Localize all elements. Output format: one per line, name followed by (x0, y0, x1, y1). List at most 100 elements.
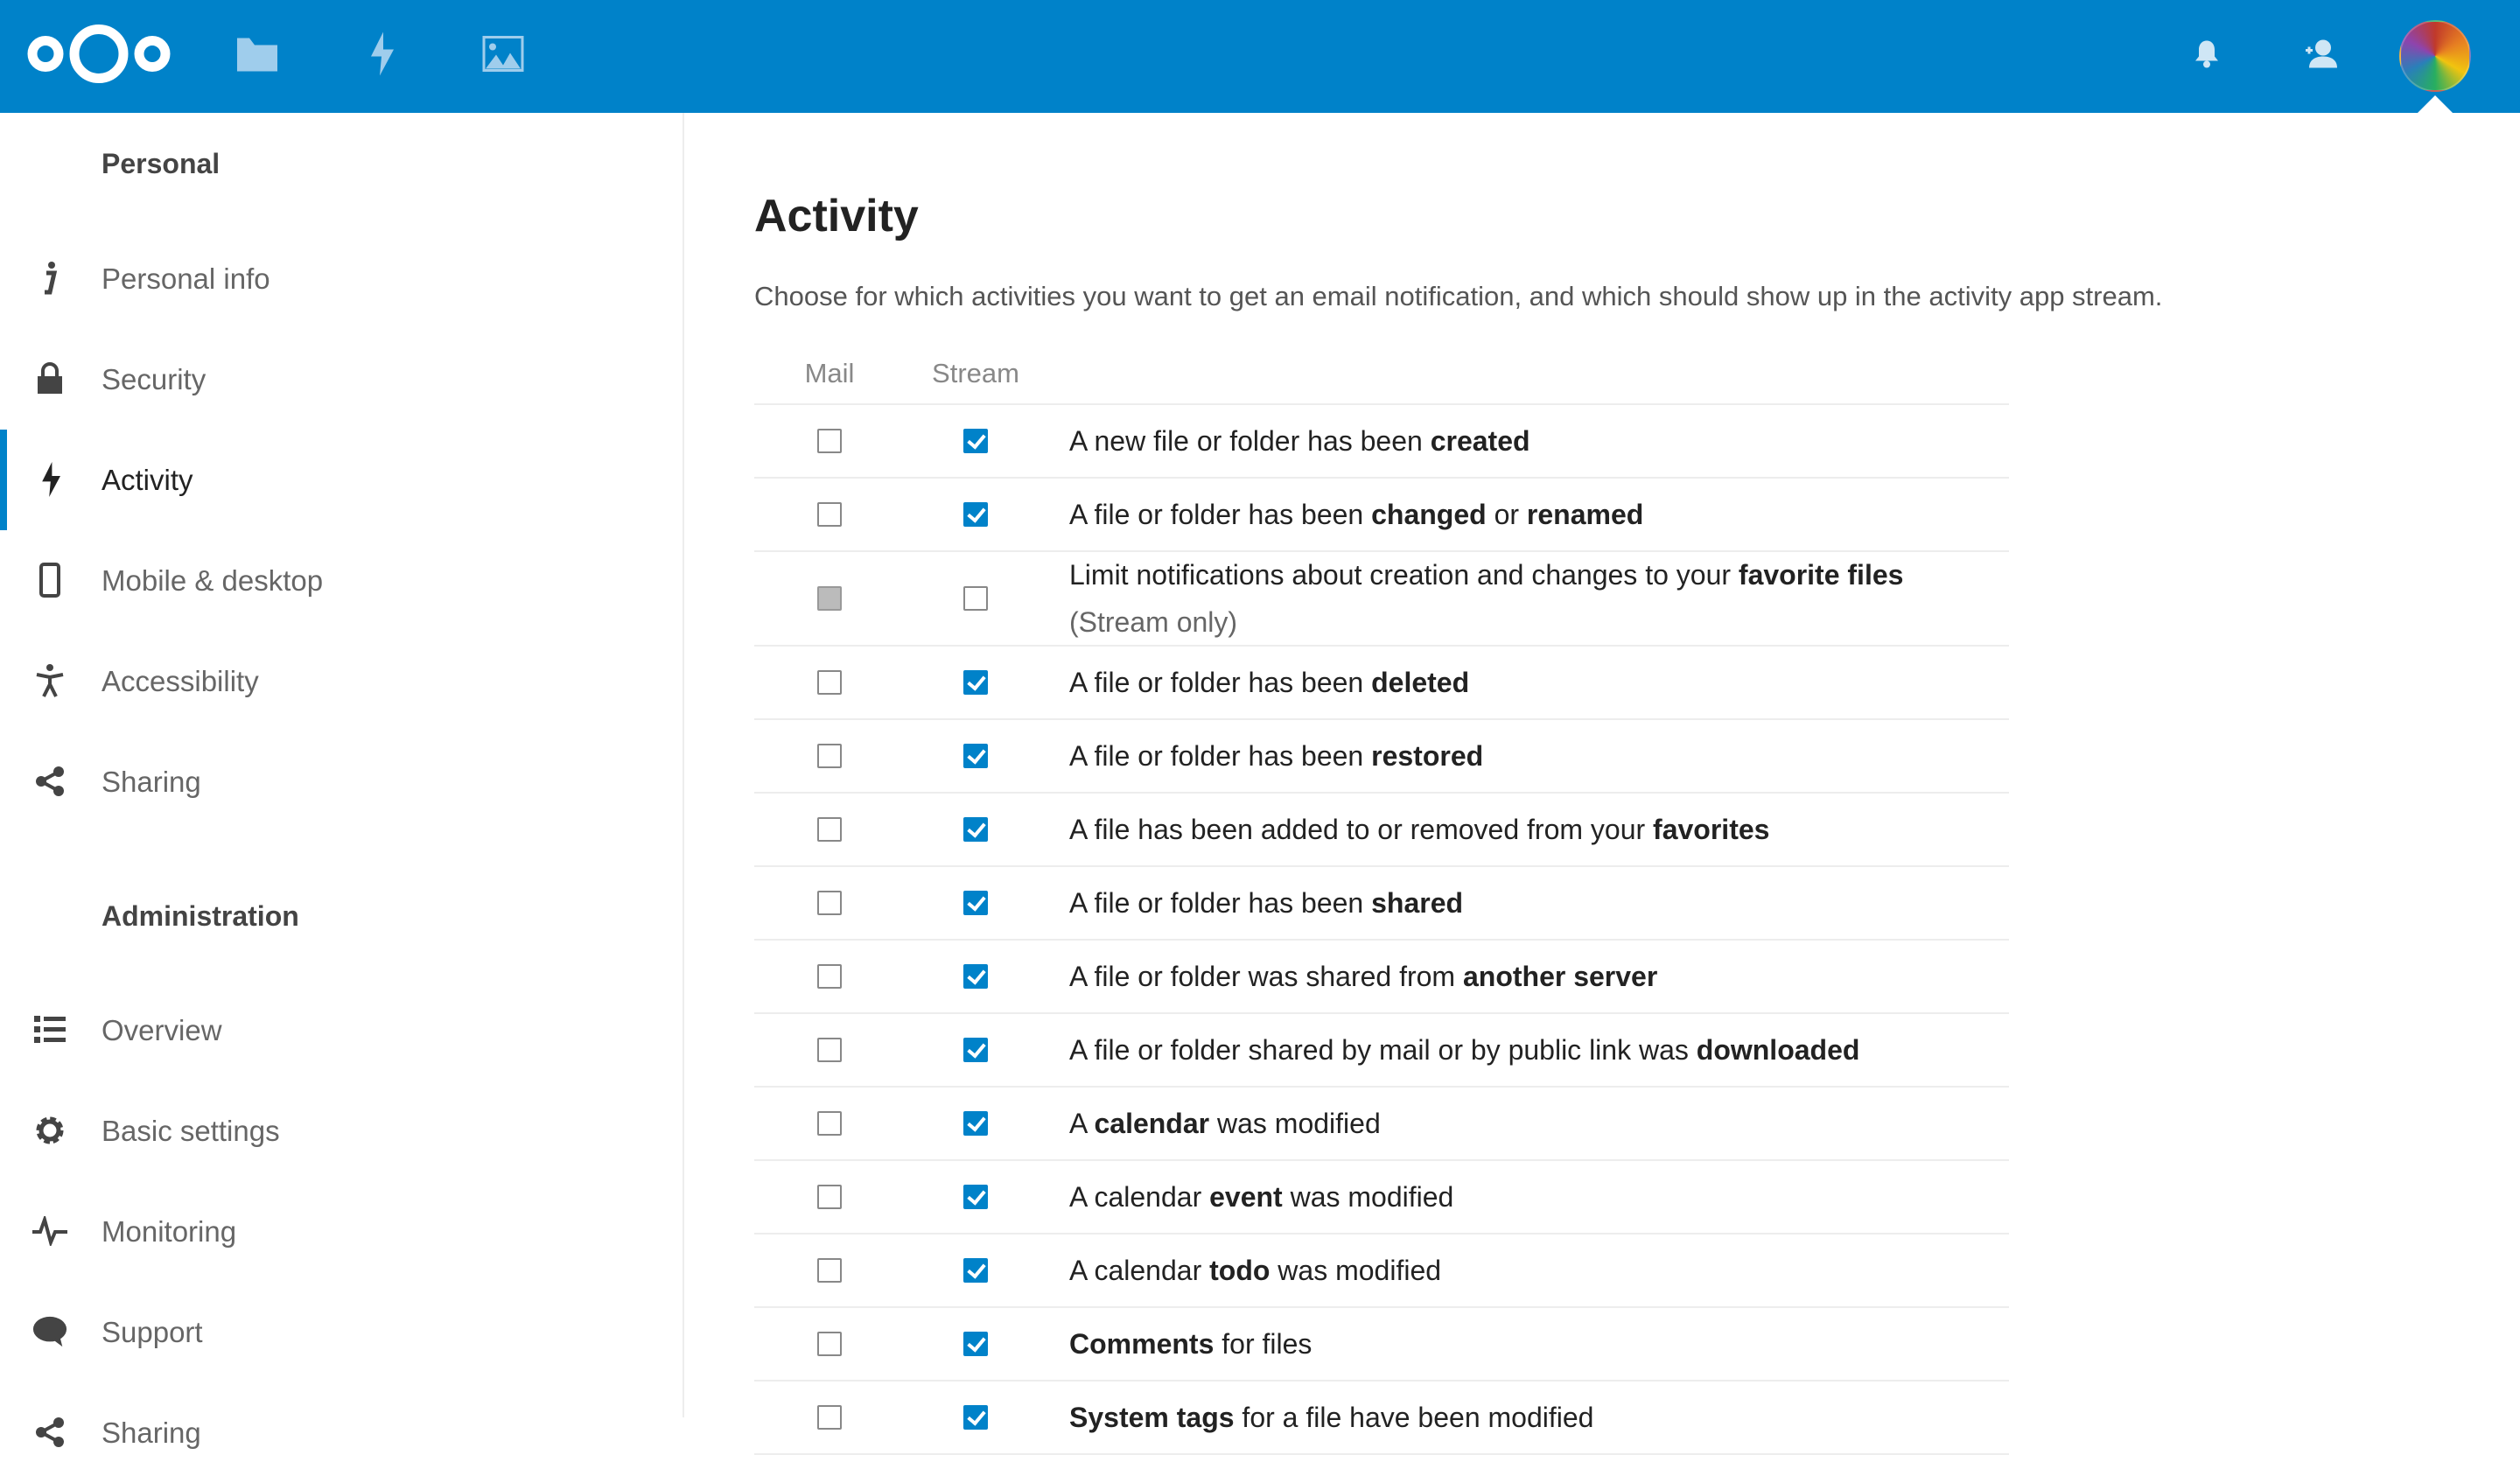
table-row: A file or folder was shared from another… (754, 941, 2009, 1014)
sidebar-item-support[interactable]: Support (0, 1282, 682, 1382)
nextcloud-logo[interactable] (24, 19, 173, 94)
label-segment: was modified (1270, 1255, 1442, 1286)
sidebar-item-monitoring[interactable]: Monitoring (0, 1181, 682, 1282)
activity-label: A file or folder shared by mail or by pu… (1069, 1026, 1859, 1074)
stream-checkbox[interactable] (963, 817, 988, 842)
label-segment: downloaded (1696, 1034, 1860, 1066)
mail-checkbox[interactable] (817, 1038, 842, 1062)
stream-checkbox[interactable] (963, 586, 988, 611)
activity-icon[interactable] (368, 31, 394, 80)
sidebar-item-overview[interactable]: Overview (0, 980, 682, 1081)
mail-checkbox[interactable] (817, 1258, 842, 1283)
stream-checkbox[interactable] (963, 1405, 988, 1430)
stream-checkbox[interactable] (963, 1332, 988, 1356)
mail-checkbox[interactable] (817, 429, 842, 453)
mail-checkbox[interactable] (817, 817, 842, 842)
activity-label: System tags for a file have been modifie… (1069, 1394, 1593, 1441)
activity-table: A new file or folder has been created A f… (754, 405, 2009, 1455)
mail-checkbox[interactable] (817, 1405, 842, 1430)
label-segment: created (1430, 425, 1530, 457)
stream-checkbox[interactable] (963, 670, 988, 695)
label-segment: shared (1371, 887, 1464, 919)
personal-heading: Personal (102, 148, 220, 179)
label-segment: A file or folder has been (1069, 887, 1372, 919)
label-segment: deleted (1371, 667, 1470, 698)
list-icon (32, 1012, 67, 1047)
column-mail: Mail (804, 358, 855, 388)
activity-label: A file or folder has been restored (1069, 732, 1483, 780)
settings-sidebar: Personal Personal info Security Activity Mo… (0, 113, 684, 1449)
label-segment: favorite files (1738, 559, 1904, 591)
mail-checkbox[interactable] (817, 964, 842, 989)
label-segment: or (1486, 499, 1527, 530)
label-segment: restored (1371, 740, 1484, 772)
page-description: Choose for which activities you want to … (754, 281, 2163, 311)
table-row: Limit notifications about creation and c… (754, 552, 2009, 647)
label-segment: A new file or folder has been (1069, 425, 1431, 457)
label-segment: A file or folder has been (1069, 740, 1372, 772)
label-segment: A file or folder has been (1069, 499, 1372, 530)
sidebar-item-label: Mobile & desktop (102, 563, 324, 597)
label-segment: for files (1214, 1328, 1312, 1360)
label-segment: Limit notifications about creation and c… (1069, 559, 1739, 591)
mail-checkbox[interactable] (817, 1111, 842, 1136)
sidebar-item-label: Overview (102, 1013, 222, 1046)
mail-checkbox[interactable] (817, 744, 842, 768)
pulse-icon (32, 1214, 67, 1249)
contacts-icon[interactable] (2304, 38, 2339, 74)
stream-checkbox[interactable] (963, 891, 988, 915)
label-segment: A calendar (1069, 1181, 1210, 1213)
sidebar-item-mobile-desktop[interactable]: Mobile & desktop (0, 530, 682, 631)
table-row: A new file or folder has been created (754, 405, 2009, 479)
mail-checkbox[interactable] (817, 1332, 842, 1356)
mail-checkbox[interactable] (817, 891, 842, 915)
user-avatar[interactable] (2399, 20, 2471, 92)
sidebar-item-activity[interactable]: Activity (0, 430, 682, 530)
sidebar-item-sharing[interactable]: Sharing (0, 1382, 682, 1483)
table-row: A calendar todo was modified (754, 1235, 2009, 1308)
gear-icon (32, 1113, 67, 1148)
sidebar-item-security[interactable]: Security (0, 329, 682, 430)
sidebar-item-sharing[interactable]: Sharing (0, 731, 682, 832)
mail-checkbox[interactable] (817, 1185, 842, 1209)
stream-checkbox[interactable] (963, 964, 988, 989)
activity-label: A calendar todo was modified (1069, 1247, 1441, 1294)
label-segment: A calendar (1069, 1255, 1210, 1286)
label-segment: A file or folder was shared from (1069, 961, 1463, 992)
mail-checkbox[interactable] (817, 502, 842, 527)
stream-checkbox[interactable] (963, 1111, 988, 1136)
sidebar-item-basic-settings[interactable]: Basic settings (0, 1081, 682, 1181)
sidebar-item-label: Monitoring (102, 1214, 237, 1248)
mail-checkbox (817, 586, 842, 611)
stream-checkbox[interactable] (963, 1185, 988, 1209)
table-row: Comments for files (754, 1308, 2009, 1382)
stream-checkbox[interactable] (963, 429, 988, 453)
mail-checkbox[interactable] (817, 670, 842, 695)
label-segment: was modified (1282, 1181, 1454, 1213)
activity-label: A file or folder has been deleted (1069, 659, 1469, 706)
stream-checkbox[interactable] (963, 1258, 988, 1283)
gallery-icon[interactable] (482, 36, 524, 77)
label-segment: calendar (1094, 1108, 1210, 1139)
chat-icon (32, 1314, 67, 1349)
sidebar-item-personal-info[interactable]: Personal info (0, 228, 682, 329)
table-row: A file or folder has been deleted (754, 647, 2009, 720)
stream-checkbox[interactable] (963, 744, 988, 768)
label-segment: event (1209, 1181, 1283, 1213)
files-icon[interactable] (237, 37, 277, 76)
administration-heading: Administration (102, 900, 299, 932)
info-icon (32, 261, 67, 296)
label-segment: A (1069, 1108, 1095, 1139)
stream-checkbox[interactable] (963, 502, 988, 527)
stream-checkbox[interactable] (963, 1038, 988, 1062)
label-segment: another server (1462, 961, 1658, 992)
sidebar-item-label: Sharing (102, 1416, 201, 1449)
sidebar-item-accessibility[interactable]: Accessibility (0, 631, 682, 731)
share-icon (32, 764, 67, 799)
bell-icon[interactable] (2194, 39, 2220, 73)
table-row: A file or folder has been restored (754, 720, 2009, 794)
accessibility-icon (32, 663, 67, 698)
label-segment: A file has been added to or removed from… (1069, 814, 1654, 845)
sidebar-item-label: Security (102, 362, 206, 395)
sidebar-item-label: Activity (102, 463, 193, 496)
